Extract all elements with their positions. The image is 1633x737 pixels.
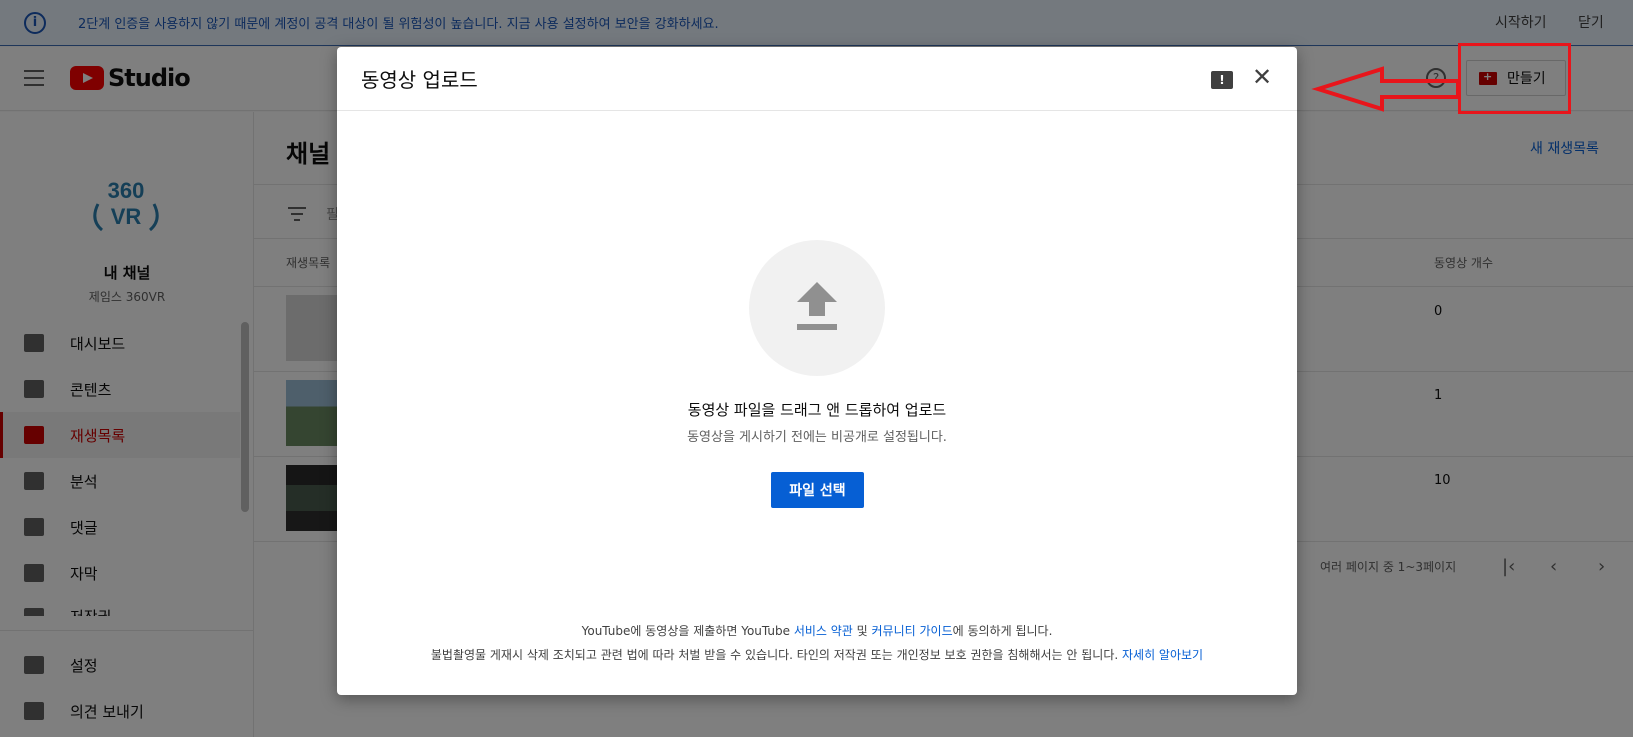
close-icon[interactable]: ✕: [1250, 65, 1274, 89]
drag-drop-instruction: 동영상 파일을 드래그 앤 드롭하여 업로드: [687, 401, 947, 419]
dialog-header: 동영상 업로드 ! ✕: [337, 47, 1297, 111]
select-file-button[interactable]: 파일 선택: [771, 472, 864, 508]
privacy-note: 동영상을 게시하기 전에는 비공개로 설정됩니다.: [687, 430, 947, 445]
send-feedback-icon[interactable]: !: [1211, 71, 1233, 89]
annotation-arrow: [1311, 66, 1460, 112]
annotation-highlight-box: [1458, 43, 1571, 114]
upload-dialog: 동영상 업로드 ! ✕ 동영상 파일을 드래그 앤 드롭하여 업로드 동영상을 …: [337, 47, 1297, 695]
terms-of-service-link[interactable]: 서비스 약관: [794, 624, 853, 638]
terms-notice: YouTube에 동영상을 제출하면 YouTube 서비스 약관 및 커뮤니티…: [337, 622, 1297, 639]
copyright-text: 불법촬영물 게재시 삭제 조치되고 관련 법에 따라 처벌 받을 수 있습니다.…: [430, 648, 1122, 662]
copyright-notice: 불법촬영물 게재시 삭제 조치되고 관련 법에 따라 처벌 받을 수 있습니다.…: [337, 646, 1297, 663]
upload-arrow-icon: [797, 282, 837, 330]
terms-text-prefix: YouTube에 동영상을 제출하면 YouTube: [581, 624, 794, 638]
community-guidelines-link[interactable]: 커뮤니티 가이드: [872, 624, 953, 638]
learn-more-link[interactable]: 자세히 알아보기: [1122, 648, 1203, 662]
dialog-title: 동영상 업로드: [361, 68, 478, 92]
terms-text-suffix: 에 동의하게 됩니다.: [952, 624, 1053, 638]
upload-drop-area[interactable]: [749, 240, 885, 376]
terms-text-mid: 및: [852, 624, 872, 638]
